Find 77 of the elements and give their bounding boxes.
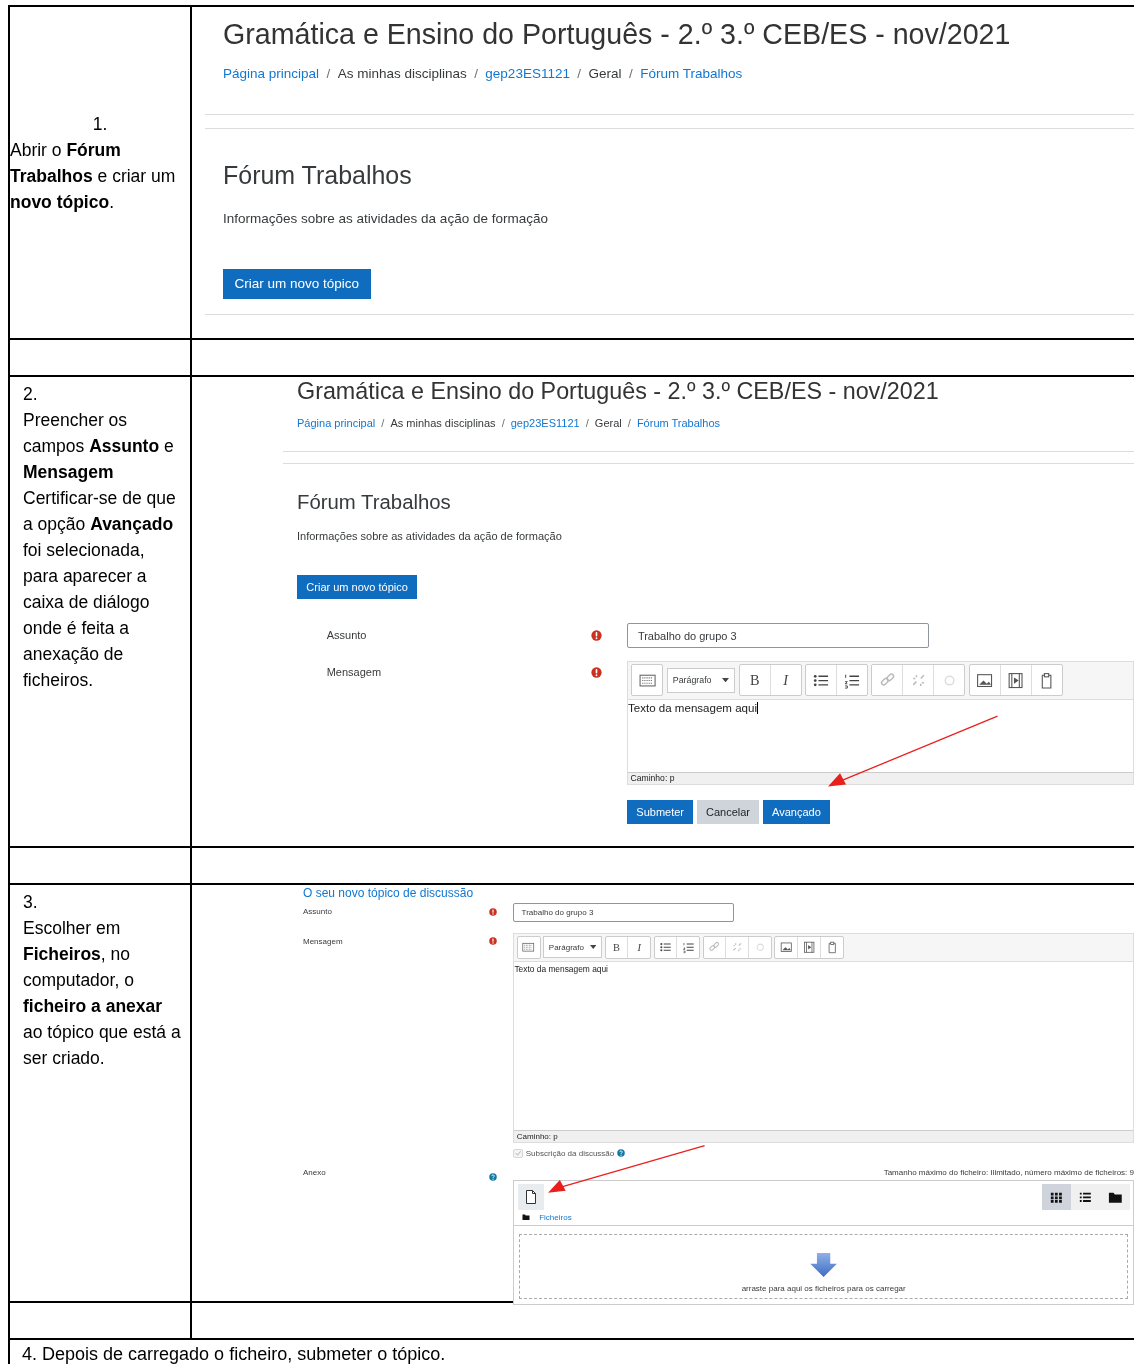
section-heading: O seu novo tópico de discussão: [303, 886, 475, 900]
bullet-list-icon: [659, 941, 672, 954]
down-arrow-icon: [810, 1253, 838, 1278]
drop-zone[interactable]: arraste para aqui os ficheiros para os carregar: [519, 1233, 1129, 1300]
breadcrumb-link[interactable]: gep23ES1121: [510, 416, 580, 432]
field-label: Anexo: [303, 1168, 327, 1178]
field-label: Assunto: [326, 627, 368, 641]
breadcrumb-separator: /: [577, 64, 582, 83]
breadcrumb-link[interactable]: gep23ES1121: [485, 64, 570, 84]
breadcrumb-text: As minhas disciplinas: [390, 416, 496, 432]
breadcrumb-link[interactable]: Fórum Trabalhos: [640, 64, 743, 84]
step-instructions: Preencher os campos Assunto e Mensagem Certificar-se de que a opção Avançado foi selecionada, para aparecer a caixa de diálogo onde é feita a anexação de ficheiros.: [23, 409, 177, 692]
cancel-button[interactable]: Cancelar: [696, 799, 760, 824]
file-limits: Tamanho máximo do ficheiro: Ilimitado, número máximo de ficheiros: 9: [882, 1168, 1134, 1180]
course-title: Gramática e Ensino do Português - 2.º 3.º CEB/ES - nov/2021: [297, 377, 940, 406]
field-label: Mensagem: [303, 935, 344, 946]
breadcrumb-separator: /: [474, 64, 478, 83]
drop-hint: arraste para aqui os ficheiros para os carregar: [741, 1283, 906, 1293]
breadcrumb-separator: /: [326, 64, 331, 83]
breadcrumb-text: As minhas disciplinas: [337, 64, 467, 83]
bold-button[interactable]: B: [739, 665, 771, 696]
step-instructions: Escolher em Ficheiros, no computador, o ficheiro a anexar ao tópico que está a ser criado.: [23, 917, 182, 1070]
breadcrumb-separator: /: [381, 416, 385, 432]
film-icon: [1007, 671, 1025, 689]
check-icon: [514, 1149, 522, 1157]
step-instructions: Abrir o Fórum Trabalhos e criar um novo tópico.: [10, 138, 177, 214]
add-file-button[interactable]: [517, 1183, 545, 1211]
editor-path: Caminho: p: [514, 1130, 1133, 1142]
folder-link[interactable]: Ficheiros: [539, 1212, 572, 1222]
italic-button[interactable]: I: [628, 936, 651, 959]
step-number: 1.: [91, 112, 109, 136]
breadcrumb-separator: /: [627, 416, 631, 432]
message-text: Texto da mensagem aqui: [628, 702, 758, 715]
field-label: Mensagem: [326, 665, 383, 679]
breadcrumb-text: Geral: [588, 64, 622, 83]
unlink-icon: [731, 941, 744, 954]
field-label: Assunto: [303, 906, 333, 917]
breadcrumb-text: Geral: [594, 416, 622, 432]
breadcrumb-link[interactable]: Página principal: [223, 64, 320, 84]
new-topic-button[interactable]: Criar um novo tópico: [297, 575, 418, 600]
link-icon: [708, 941, 721, 954]
forum-title: Fórum Trabalhos: [297, 490, 452, 514]
new-topic-button[interactable]: Criar um novo tópico: [223, 268, 371, 299]
numbered-list-icon: [682, 941, 695, 954]
caret-icon: [722, 678, 730, 683]
caret-icon: [589, 945, 597, 950]
checkbox-label: Subscrição da discussão: [525, 1148, 615, 1158]
link-icon: [878, 671, 896, 689]
format-dropdown[interactable]: Parágrafo: [543, 936, 603, 959]
editor-path: Caminho: p: [628, 771, 1133, 785]
message-text: Texto da mensagem aqui: [514, 964, 608, 975]
final-step: 4. Depois de carregado o ficheiro, submeter o tópico.: [10, 1340, 1134, 1364]
breadcrumb-link[interactable]: Fórum Trabalhos: [636, 416, 721, 432]
step-number: 2.: [23, 383, 39, 406]
clipboard-icon: [825, 941, 839, 954]
bold-button[interactable]: B: [605, 936, 629, 959]
step-number: 3.: [23, 891, 39, 914]
subject-input[interactable]: Trabalho do grupo 3: [627, 623, 930, 649]
breadcrumb-link[interactable]: Página principal: [297, 416, 376, 432]
forum-description: Informações sobre as atividades da ação de formação: [297, 530, 563, 543]
breadcrumb-separator: /: [501, 416, 505, 432]
subject-input[interactable]: Trabalho do grupo 3: [513, 903, 734, 923]
image-icon: [780, 941, 793, 954]
forum-description: Informações sobre as atividades da ação de formação: [223, 210, 549, 226]
breadcrumb-separator: /: [629, 64, 633, 83]
film-icon: [803, 941, 816, 954]
submit-button[interactable]: Avançado: [762, 799, 831, 824]
keyboard-icon: [522, 941, 535, 954]
breadcrumb-separator: /: [585, 416, 589, 432]
format-dropdown[interactable]: Parágrafo: [666, 667, 736, 693]
image-icon: [976, 671, 994, 689]
submit-button[interactable]: Submeter: [627, 799, 694, 824]
view-mode-button[interactable]: [1041, 1183, 1072, 1211]
forum-title: Fórum Trabalhos: [223, 161, 413, 191]
italic-button[interactable]: I: [770, 665, 801, 696]
course-title: Gramática e Ensino do Português - 2.º 3.º CEB/ES - nov/2021: [223, 17, 1012, 52]
folder-icon: [521, 1213, 530, 1222]
